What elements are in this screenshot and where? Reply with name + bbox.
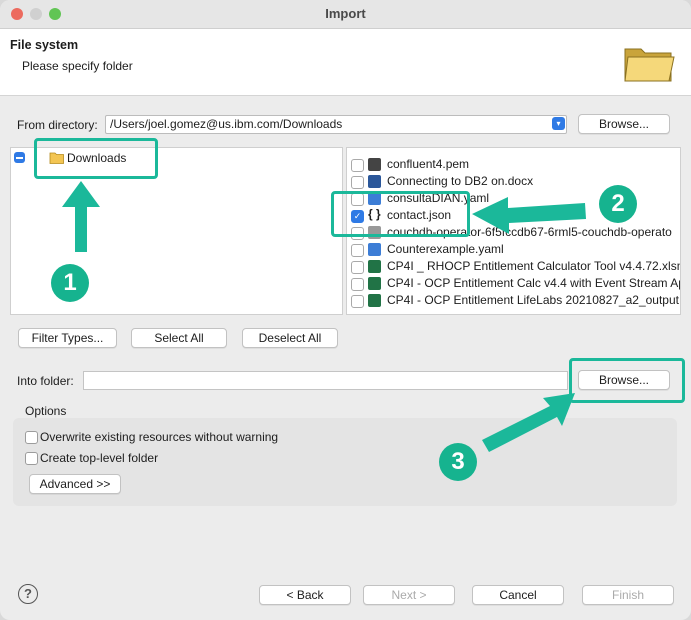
arrow-up-icon [62,181,100,252]
annotation-badge-1: 1 [51,264,89,302]
annotation-badge-3: 3 [439,443,477,481]
arrow-up-right-icon [482,393,575,452]
arrow-left-icon [472,197,586,234]
import-dialog: Import File system Please specify folder… [0,0,691,620]
annotation-badge-2: 2 [599,185,637,223]
annotation-arrows [62,181,586,452]
